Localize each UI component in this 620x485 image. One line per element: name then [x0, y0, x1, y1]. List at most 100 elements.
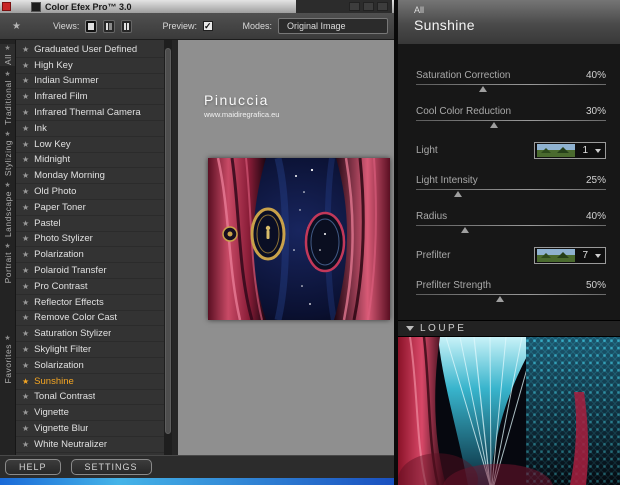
prefilter-preset-select[interactable]: 7	[534, 247, 606, 264]
filter-label: Old Photo	[34, 186, 77, 198]
tab-label: Stylizing	[2, 139, 13, 176]
star-icon: ★	[22, 139, 30, 149]
filter-item-white-neutralizer[interactable]: ★ White Neutralizer	[16, 437, 172, 453]
star-icon: ★	[22, 92, 30, 102]
filter-item-indian-summer[interactable]: ★ Indian Summer	[16, 74, 172, 90]
filter-item-monday-morning[interactable]: ★ Monday Morning	[16, 168, 172, 185]
filter-item-tonal-contrast[interactable]: ★ Tonal Contrast	[16, 390, 172, 406]
slider-thumb[interactable]	[478, 86, 487, 92]
filter-item-paper-toner[interactable]: ★ Paper Toner	[16, 200, 172, 216]
slider-row: Radius 40%	[416, 211, 606, 222]
slider-value: 40%	[585, 70, 606, 81]
star-icon: ★	[22, 345, 30, 355]
filter-item-pro-contrast[interactable]: ★ Pro Contrast	[16, 279, 172, 295]
slider-thumb[interactable]	[489, 122, 498, 128]
slider-value: 50%	[585, 280, 606, 291]
dropdown-value: 7	[582, 250, 588, 261]
watermark-title: Pinuccia	[204, 92, 269, 108]
minimize-button[interactable]	[349, 2, 360, 11]
filter-item-midnight[interactable]: ★ Midnight	[16, 153, 172, 169]
slider-value: 30%	[585, 106, 606, 117]
filter-item-photo-stylizer[interactable]: ★ Photo Stylizer	[16, 232, 172, 248]
tab-favorites[interactable]: ★ Favorites	[0, 334, 15, 384]
filter-item-polaroid-transfer[interactable]: ★ Polaroid Transfer	[16, 263, 172, 279]
favorite-star-icon[interactable]: ★	[12, 21, 21, 32]
filter-item-infrared-film[interactable]: ★ Infrared Film	[16, 89, 172, 106]
filter-item-ink[interactable]: ★ Ink	[16, 121, 172, 137]
preview-canvas[interactable]: Pinuccia www.maidiregrafica.eu	[172, 40, 394, 455]
close-button[interactable]	[377, 2, 388, 11]
scrollbar-thumb[interactable]	[165, 48, 171, 435]
preview-checkbox[interactable]: ✓	[202, 21, 213, 31]
light-preset-select[interactable]: 1	[534, 142, 606, 159]
filter-label: High Key	[34, 59, 73, 71]
preset-thumbnail-image	[537, 144, 575, 157]
watermark: Pinuccia www.maidiregrafica.eu	[204, 92, 279, 119]
filter-item-sunshine[interactable]: ★ Sunshine	[16, 374, 172, 390]
slider-label: Cool Color Reduction	[416, 106, 512, 117]
slider-prefilter-strength: Prefilter Strength 50%	[416, 280, 606, 304]
star-icon: ★	[22, 250, 30, 260]
dropdown-value: 1	[582, 145, 588, 156]
filter-list: ★ Graduated User Defined ★ High Key ★ Indian …	[16, 40, 172, 455]
filter-list-scrollbar[interactable]	[164, 40, 172, 455]
tab-stylizing[interactable]: ★ Stylizing	[0, 130, 15, 177]
filter-item-old-photo[interactable]: ★ Old Photo	[16, 184, 172, 200]
filter-label: Solarization	[34, 359, 84, 371]
maximize-button[interactable]	[363, 2, 374, 11]
slider-track[interactable]	[416, 225, 606, 235]
filter-item-skylight-filter[interactable]: ★ Skylight Filter	[16, 342, 172, 358]
filter-item-high-key[interactable]: ★ High Key	[16, 58, 172, 74]
filter-label: Sunshine	[34, 375, 74, 387]
titlebar[interactable]: Color Efex Pro™ 3.0	[0, 0, 394, 13]
filter-label: Remove Color Cast	[34, 312, 118, 324]
modes-dropdown[interactable]: Original Image	[278, 18, 389, 34]
filter-item-solarization[interactable]: ★ Solarization	[16, 358, 172, 374]
view-split-button[interactable]	[103, 19, 115, 33]
filter-label: Tonal Contrast	[34, 391, 96, 403]
tab-label: Traditional	[2, 79, 13, 125]
slider-track[interactable]	[416, 294, 606, 304]
filter-item-reflector-effects[interactable]: ★ Reflector Effects	[16, 295, 172, 311]
tab-landscape[interactable]: ★ Landscape	[0, 181, 15, 238]
filter-item-vignette-blur[interactable]: ★ Vignette Blur	[16, 421, 172, 437]
tab-portrait[interactable]: ★ Portrait	[0, 242, 15, 284]
filter-item-remove-color-cast[interactable]: ★ Remove Color Cast	[16, 311, 172, 327]
color-efex-window: Color Efex Pro™ 3.0 ★ Views: Preview: ✓ …	[0, 0, 394, 485]
filter-label: Vignette Blur	[34, 423, 89, 435]
slider-track[interactable]	[416, 120, 606, 130]
toolbar: ★ Views: Preview: ✓ Modes: Original Imag…	[0, 13, 394, 40]
tab-traditional[interactable]: ★ Traditional	[0, 70, 15, 126]
filter-item-pastel[interactable]: ★ Pastel	[16, 216, 172, 232]
star-icon: ★	[22, 187, 30, 197]
star-icon: ★	[22, 297, 30, 307]
filter-label: Pro Contrast	[34, 280, 88, 292]
slider-thumb[interactable]	[461, 227, 470, 233]
filter-item-saturation-stylizer[interactable]: ★ Saturation Stylizer	[16, 326, 172, 343]
slider-thumb[interactable]	[495, 296, 504, 302]
filter-item-vignette[interactable]: ★ Vignette	[16, 405, 172, 422]
star-icon: ★	[22, 281, 30, 291]
tab-label: Landscape	[2, 190, 13, 238]
filter-item-infrared-thermal-camera[interactable]: ★ Infrared Thermal Camera	[16, 105, 172, 121]
filter-item-polarization[interactable]: ★ Polarization	[16, 247, 172, 264]
slider-track[interactable]	[416, 84, 606, 94]
tab-all[interactable]: ★ All	[0, 44, 15, 66]
slider-thumb[interactable]	[453, 191, 462, 197]
views-label: Views:	[52, 21, 80, 31]
help-button[interactable]: HELP	[5, 459, 61, 475]
slider-line	[416, 294, 606, 295]
settings-button[interactable]: SETTINGS	[70, 459, 152, 475]
modes-label: Modes:	[242, 21, 273, 31]
filter-item-low-key[interactable]: ★ Low Key	[16, 137, 172, 153]
slider-line	[416, 225, 606, 226]
slider-line	[416, 189, 606, 190]
settings-panel: All Sunshine Saturation Correction 40% Coo…	[398, 0, 620, 485]
loupe-header[interactable]: LOUPE	[398, 320, 620, 337]
filter-label: Low Key	[34, 138, 71, 150]
view-single-button[interactable]	[85, 19, 98, 33]
slider-saturation-correction: Saturation Correction 40%	[416, 70, 606, 94]
filter-item-graduated-user-defined[interactable]: ★ Graduated User Defined	[16, 42, 172, 58]
slider-track[interactable]	[416, 189, 606, 199]
view-side-by-side-button[interactable]	[120, 19, 133, 33]
